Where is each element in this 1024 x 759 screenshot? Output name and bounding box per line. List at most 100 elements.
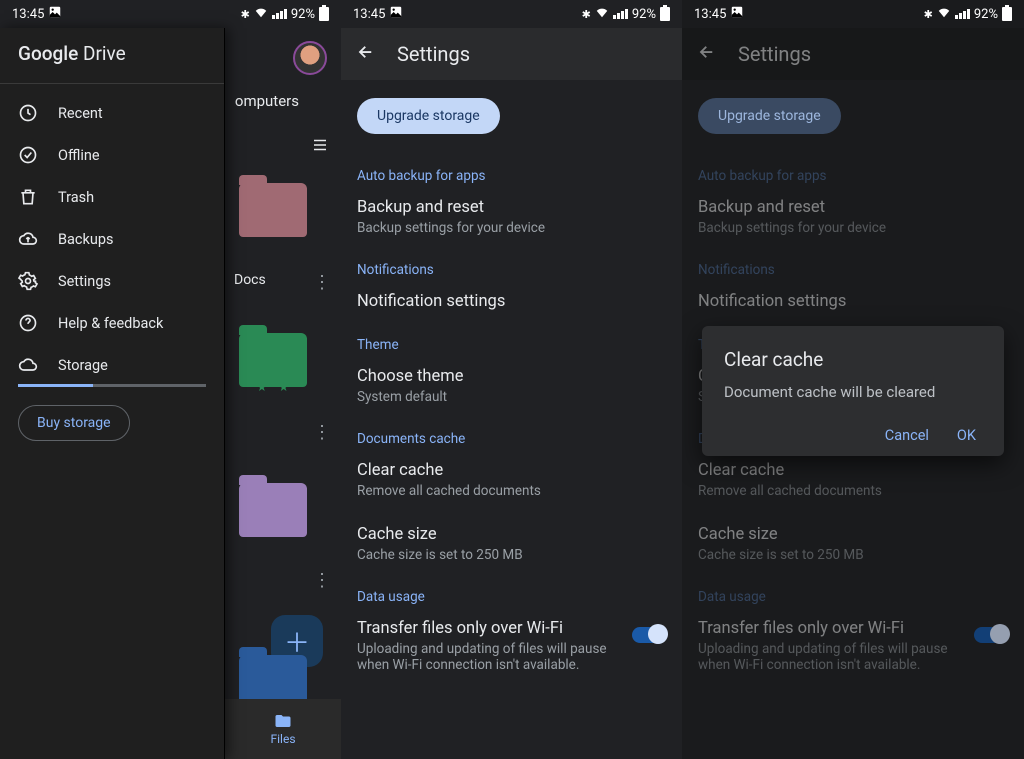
row-transfer-wifi: Transfer files only over Wi-Fi Uploading… bbox=[698, 619, 1008, 673]
nav-label: Help & feedback bbox=[58, 315, 163, 332]
row-subtitle: Backup settings for your device bbox=[698, 220, 1008, 236]
more-icon[interactable]: ⋮ bbox=[313, 422, 331, 443]
nav-label: Offline bbox=[58, 147, 100, 164]
row-clear-cache[interactable]: Clear cache Remove all cached documents bbox=[357, 461, 666, 499]
section-auto-backup: Auto backup for apps bbox=[698, 168, 1008, 184]
signal-icon bbox=[955, 9, 970, 19]
row-title: Notification settings bbox=[357, 292, 666, 311]
row-title: Transfer files only over Wi-Fi bbox=[357, 619, 624, 638]
row-backup-reset[interactable]: Backup and reset Backup settings for you… bbox=[357, 198, 666, 236]
image-icon bbox=[48, 5, 62, 23]
section-theme: Theme bbox=[357, 337, 666, 353]
upgrade-storage-button: Upgrade storage bbox=[698, 98, 841, 134]
account-avatar[interactable] bbox=[293, 41, 327, 75]
bluetooth-icon: ✱ bbox=[582, 8, 591, 21]
upgrade-storage-button[interactable]: Upgrade storage bbox=[357, 98, 500, 134]
row-title: Transfer files only over Wi-Fi bbox=[698, 619, 966, 638]
section-notifications: Notifications bbox=[357, 262, 666, 278]
battery-icon bbox=[1002, 7, 1012, 21]
wifi-icon bbox=[595, 5, 609, 23]
section-data-usage: Data usage bbox=[357, 589, 666, 605]
status-time: 13:45 bbox=[694, 7, 726, 22]
status-bar: 13:45 ✱ 92% bbox=[341, 0, 682, 28]
row-transfer-wifi[interactable]: Transfer files only over Wi-Fi Uploading… bbox=[357, 619, 666, 673]
row-subtitle: System default bbox=[357, 389, 666, 405]
row-title: Notification settings bbox=[698, 292, 1008, 311]
image-icon bbox=[730, 5, 744, 23]
battery-icon bbox=[319, 7, 329, 21]
nav-item-help[interactable]: Help & feedback bbox=[0, 302, 224, 344]
nav-item-recent[interactable]: Recent bbox=[0, 92, 224, 134]
dialog-ok-button[interactable]: OK bbox=[957, 427, 976, 444]
row-notification-settings: Notification settings bbox=[698, 292, 1008, 311]
row-title: Cache size bbox=[698, 525, 1008, 544]
nav-item-offline[interactable]: Offline bbox=[0, 134, 224, 176]
brand-google: Google bbox=[18, 42, 78, 65]
row-subtitle: Cache size is set to 250 MB bbox=[357, 547, 666, 563]
wifi-only-toggle[interactable] bbox=[632, 627, 666, 643]
folder-label-docs: Docs bbox=[234, 272, 266, 288]
section-notifications: Notifications bbox=[698, 262, 1008, 278]
row-cache-size[interactable]: Cache size Cache size is set to 250 MB bbox=[357, 525, 666, 563]
navigation-drawer: Google Drive Recent Offline Trash Backup… bbox=[0, 28, 225, 759]
nav-item-trash[interactable]: Trash bbox=[0, 176, 224, 218]
nav-label: Settings bbox=[58, 273, 111, 290]
status-battery-pct: 92% bbox=[974, 7, 998, 22]
section-auto-backup: Auto backup for apps bbox=[357, 168, 666, 184]
nav-item-backups[interactable]: Backups bbox=[0, 218, 224, 260]
row-notification-settings[interactable]: Notification settings bbox=[357, 292, 666, 311]
status-bar: 13:45 ✱ 92% bbox=[682, 0, 1024, 28]
back-arrow-icon[interactable] bbox=[698, 42, 716, 66]
image-icon bbox=[389, 5, 403, 23]
folder-green[interactable] bbox=[239, 333, 307, 387]
nav-item-settings[interactable]: Settings bbox=[0, 260, 224, 302]
nav-label: Trash bbox=[58, 189, 94, 206]
starred-indicator: ★ ★ bbox=[257, 380, 294, 394]
signal-icon bbox=[613, 9, 628, 19]
settings-title: Settings bbox=[397, 42, 470, 66]
more-icon[interactable]: ⋮ bbox=[313, 570, 331, 591]
folder-pink[interactable] bbox=[239, 183, 307, 237]
clear-cache-dialog: Clear cache Document cache will be clear… bbox=[702, 326, 1004, 456]
bottom-nav-label-files: Files bbox=[270, 732, 295, 746]
row-title: Backup and reset bbox=[357, 198, 666, 217]
brand-drive: Drive bbox=[78, 42, 125, 65]
section-documents-cache: Documents cache bbox=[357, 431, 666, 447]
status-time: 13:45 bbox=[12, 7, 44, 22]
bluetooth-icon: ✱ bbox=[924, 8, 933, 21]
storage-bar bbox=[18, 384, 206, 387]
back-arrow-icon[interactable] bbox=[357, 42, 375, 66]
wifi-only-toggle bbox=[974, 627, 1008, 643]
wifi-icon bbox=[937, 5, 951, 23]
row-title: Cache size bbox=[357, 525, 666, 544]
status-battery-pct: 92% bbox=[291, 7, 315, 22]
row-subtitle: Remove all cached documents bbox=[357, 483, 666, 499]
row-choose-theme[interactable]: Choose theme System default bbox=[357, 367, 666, 405]
row-subtitle: Uploading and updating of files will pau… bbox=[698, 641, 966, 673]
row-title: Clear cache bbox=[357, 461, 666, 480]
settings-title: Settings bbox=[738, 42, 811, 66]
folder-purple[interactable] bbox=[239, 483, 307, 537]
nav-label: Storage bbox=[58, 357, 108, 374]
tab-computers-partial: omputers bbox=[235, 92, 299, 110]
row-title: Backup and reset bbox=[698, 198, 1008, 217]
app-brand: Google Drive bbox=[0, 28, 224, 84]
buy-storage-button[interactable]: Buy storage bbox=[18, 405, 130, 441]
signal-icon bbox=[272, 9, 287, 19]
wifi-icon bbox=[254, 5, 268, 23]
row-backup-reset: Backup and reset Backup settings for you… bbox=[698, 198, 1008, 236]
more-icon[interactable]: ⋮ bbox=[313, 272, 331, 293]
dialog-cancel-button[interactable]: Cancel bbox=[885, 427, 929, 444]
row-subtitle: Backup settings for your device bbox=[357, 220, 666, 236]
row-title: Clear cache bbox=[698, 461, 1008, 480]
status-time: 13:45 bbox=[353, 7, 385, 22]
dialog-title: Clear cache bbox=[724, 348, 982, 371]
status-battery-pct: 92% bbox=[632, 7, 656, 22]
row-subtitle: Remove all cached documents bbox=[698, 483, 1008, 499]
row-subtitle: Uploading and updating of files will pau… bbox=[357, 641, 624, 673]
row-subtitle: Cache size is set to 250 MB bbox=[698, 547, 1008, 563]
bottom-nav-files[interactable]: Files bbox=[225, 699, 341, 759]
nav-item-storage[interactable]: Storage bbox=[0, 344, 224, 386]
list-view-icon[interactable] bbox=[311, 136, 329, 158]
nav-label: Recent bbox=[58, 105, 103, 122]
